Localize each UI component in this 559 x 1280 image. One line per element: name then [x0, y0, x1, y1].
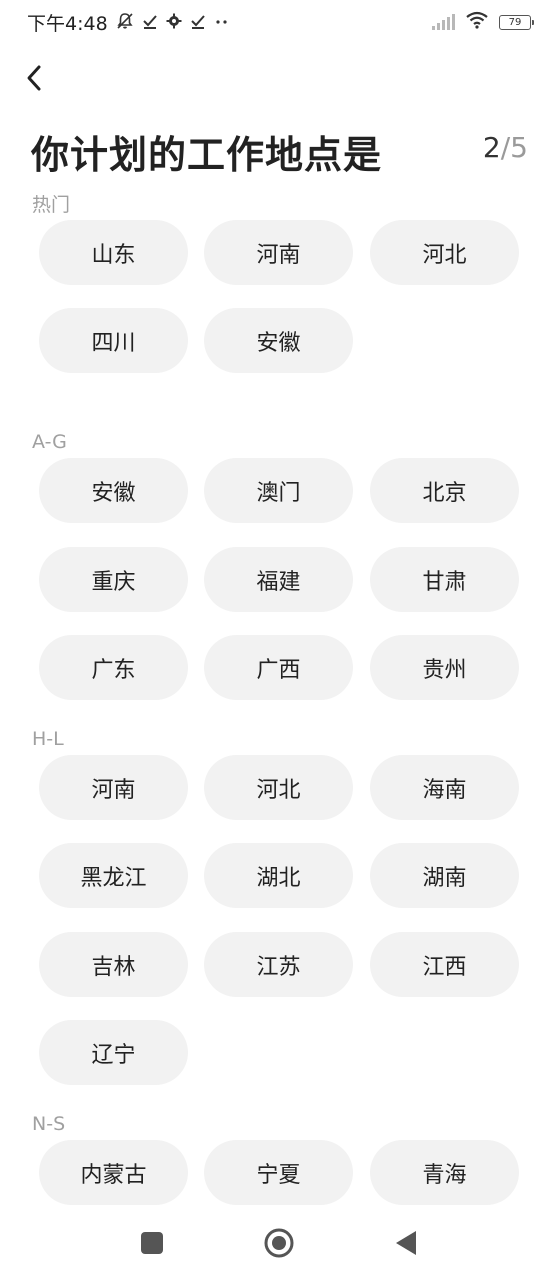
province-chip[interactable]: 山东 — [39, 220, 188, 285]
check-icon — [142, 13, 158, 32]
province-chip[interactable]: 北京 — [370, 458, 519, 523]
province-chip[interactable]: 江西 — [370, 932, 519, 997]
step-current: 2 — [482, 131, 501, 164]
province-chip[interactable]: 甘肃 — [370, 547, 519, 612]
status-right: 79 — [432, 11, 534, 33]
home-icon[interactable] — [264, 1228, 294, 1258]
signal-icon — [432, 14, 455, 30]
recent-apps-icon[interactable] — [141, 1232, 163, 1254]
check-icon — [190, 13, 206, 32]
chevron-left-icon — [27, 65, 41, 91]
province-chip[interactable]: 海南 — [370, 755, 519, 820]
province-chip[interactable]: 贵州 — [370, 635, 519, 700]
province-chip[interactable]: 河南 — [204, 220, 353, 285]
more-dots-icon — [214, 13, 230, 32]
wifi-icon — [465, 11, 489, 33]
status-left: 下午4:48 — [27, 9, 230, 36]
province-chip[interactable]: 重庆 — [39, 547, 188, 612]
province-chip[interactable]: 湖南 — [370, 843, 519, 908]
province-chip[interactable]: 四川 — [39, 308, 188, 373]
system-nav-bar — [0, 1210, 559, 1280]
province-chip[interactable]: 青海 — [370, 1140, 519, 1205]
back-triangle-icon[interactable] — [394, 1229, 418, 1257]
gear-icon — [166, 13, 182, 32]
province-chip[interactable]: 江苏 — [204, 932, 353, 997]
step-indicator: 2/5 — [483, 131, 528, 164]
province-chip[interactable]: 澳门 — [204, 458, 353, 523]
province-chip[interactable]: 内蒙古 — [39, 1140, 188, 1205]
province-chip[interactable]: 福建 — [204, 547, 353, 612]
province-chip[interactable]: 河南 — [39, 755, 188, 820]
province-chip[interactable]: 辽宁 — [39, 1020, 188, 1085]
province-chip[interactable]: 安徽 — [39, 458, 188, 523]
section-label-n-s: N-S — [32, 1113, 66, 1135]
province-chip[interactable]: 广东 — [39, 635, 188, 700]
section-label-h-l: H-L — [32, 728, 64, 750]
page-title: 你计划的工作地点是 — [31, 133, 383, 177]
province-chip[interactable]: 吉林 — [39, 932, 188, 997]
status-bar: 下午4:48 79 — [0, 0, 559, 44]
province-chip[interactable]: 宁夏 — [204, 1140, 353, 1205]
province-chip[interactable]: 河北 — [370, 220, 519, 285]
battery-indicator: 79 — [499, 14, 534, 30]
section-label-a-g: A-G — [32, 431, 67, 453]
province-chip[interactable]: 湖北 — [204, 843, 353, 908]
status-time: 下午4:48 — [27, 13, 108, 35]
province-chip[interactable]: 安徽 — [204, 308, 353, 373]
bell-off-icon — [116, 12, 134, 33]
province-chip[interactable]: 河北 — [204, 755, 353, 820]
step-total: /5 — [500, 131, 528, 164]
province-chip[interactable]: 黑龙江 — [39, 843, 188, 908]
province-chip[interactable]: 广西 — [204, 635, 353, 700]
section-label-hot: 热门 — [32, 194, 71, 216]
back-button[interactable] — [16, 58, 52, 98]
